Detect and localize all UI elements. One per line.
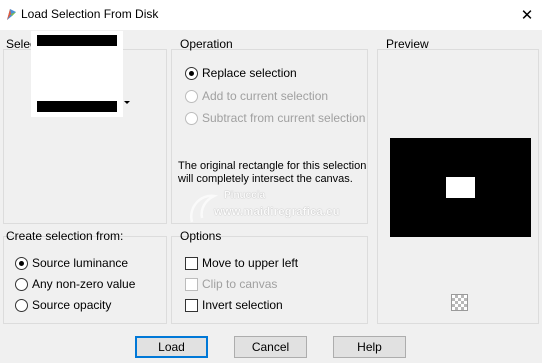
selection-thumbnail[interactable] [31, 31, 123, 117]
radio-dot [185, 111, 198, 125]
close-button[interactable]: ✕ [512, 0, 542, 30]
radio-dot [15, 256, 28, 270]
checkbox-box [185, 298, 198, 312]
checkbox-clip-to-canvas[interactable]: Clip to canvas [185, 277, 277, 291]
operation-group-label: Operation [180, 37, 233, 51]
radio-any-non-zero-value[interactable]: Any non-zero value [15, 277, 135, 291]
checkbox-invert-selection[interactable]: Invert selection [185, 298, 283, 312]
create-from-group-label: Create selection from: [6, 229, 124, 243]
radio-source-luminance[interactable]: Source luminance [15, 256, 128, 270]
checkbox-label: Clip to canvas [202, 277, 278, 291]
checkbox-box [185, 256, 198, 270]
checkbox-label: Move to upper left [202, 256, 299, 270]
title-bar: Load Selection From Disk ✕ [0, 0, 542, 30]
radio-label: Replace selection [202, 66, 297, 80]
radio-subtract-from-current-selection[interactable]: Subtract from current selection [185, 111, 365, 125]
radio-label: Add to current selection [202, 89, 329, 103]
radio-label: Any non-zero value [32, 277, 136, 291]
load-button[interactable]: Load [135, 336, 208, 358]
radio-dot [15, 277, 28, 291]
cancel-button[interactable]: Cancel [234, 336, 307, 358]
radio-add-to-current-selection[interactable]: Add to current selection [185, 89, 328, 103]
transparency-icon[interactable] [451, 294, 468, 311]
radio-dot [185, 66, 198, 80]
checkbox-label: Invert selection [202, 298, 283, 312]
radio-dot [185, 89, 198, 103]
radio-label: Subtract from current selection [202, 111, 366, 125]
window-title: Load Selection From Disk [21, 7, 159, 21]
checkbox-move-to-upper-left[interactable]: Move to upper left [185, 256, 298, 270]
close-icon: ✕ [520, 7, 534, 24]
radio-dot [15, 298, 28, 312]
checkbox-box [185, 277, 198, 291]
preview-selection-rect [446, 177, 475, 198]
selection-thumbnail-bottom-bar [37, 101, 117, 112]
preview-canvas [390, 138, 531, 237]
radio-replace-selection[interactable]: Replace selection [185, 66, 297, 80]
app-icon [7, 9, 16, 20]
radio-label: Source luminance [32, 256, 129, 270]
chevron-down-icon[interactable] [124, 101, 130, 104]
radio-label: Source opacity [32, 298, 112, 312]
selection-thumbnail-top-bar [37, 35, 117, 46]
help-button[interactable]: Help [333, 336, 406, 358]
radio-source-opacity[interactable]: Source opacity [15, 298, 111, 312]
preview-group-label: Preview [386, 37, 429, 51]
options-group-label: Options [180, 229, 222, 243]
operation-info-text: The original rectangle for this selectio… [178, 160, 367, 185]
